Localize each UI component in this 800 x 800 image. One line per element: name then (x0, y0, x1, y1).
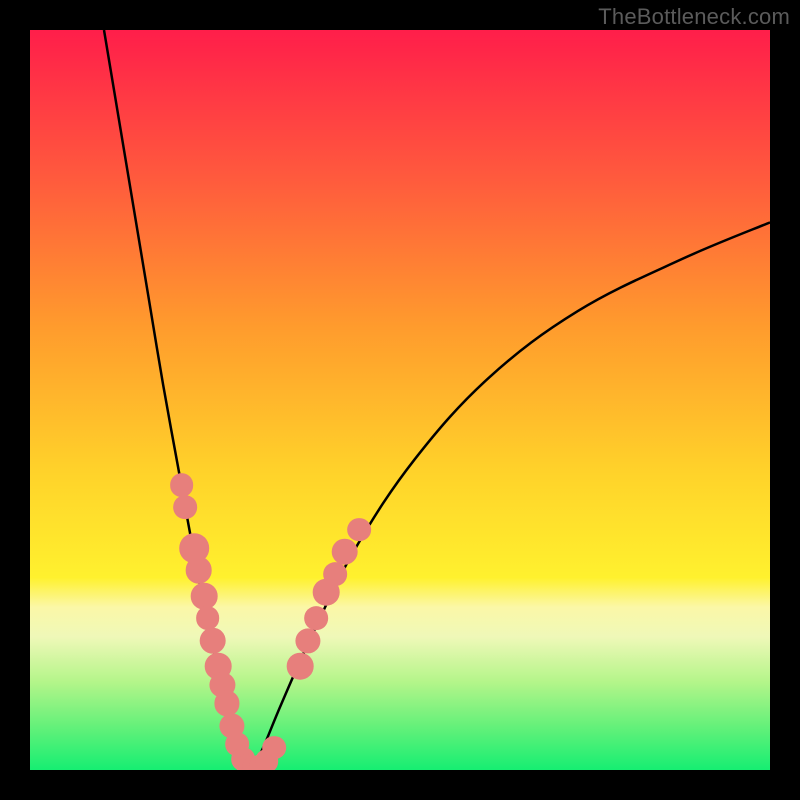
data-dot (305, 606, 329, 630)
data-dot (199, 627, 226, 654)
data-dot (191, 583, 218, 610)
data-dot (185, 557, 212, 584)
data-dot (323, 562, 347, 586)
data-dot (287, 653, 314, 680)
data-dot (170, 473, 194, 497)
watermark-text: TheBottleneck.com (598, 4, 790, 30)
curve-layer (30, 30, 770, 770)
chart-frame: TheBottleneck.com (0, 0, 800, 800)
data-dot (331, 538, 358, 565)
data-dot (262, 736, 286, 760)
data-dot (174, 495, 198, 519)
right-curve (252, 222, 770, 770)
data-dot (347, 518, 371, 542)
plot-area (30, 30, 770, 770)
